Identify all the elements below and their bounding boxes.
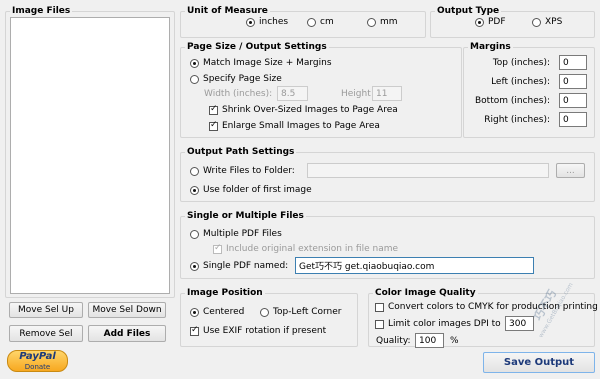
move-sel-down-button[interactable]: Move Sel Down	[88, 302, 166, 318]
quality-input[interactable]: 100	[415, 333, 444, 348]
output-path-title: Output Path Settings	[187, 147, 295, 157]
unit-inches-radio[interactable]: inches	[246, 17, 288, 27]
output-xps-radio[interactable]: XPS	[532, 17, 562, 27]
paypal-donate-label: Donate	[24, 363, 51, 371]
checkbox-box	[375, 319, 384, 329]
margin-top-label: Top (inches):	[492, 58, 550, 68]
single-multiple-title: Single or Multiple Files	[187, 211, 304, 221]
checkbox-box	[209, 104, 218, 115]
move-sel-up-button[interactable]: Move Sel Up	[9, 302, 83, 318]
save-output-button[interactable]: Save Output	[483, 352, 595, 373]
radio-dot	[367, 17, 376, 27]
radio-dot	[260, 307, 269, 317]
image-files-list[interactable]	[10, 17, 170, 294]
width-input[interactable]: 8.5	[277, 86, 308, 101]
specify-page-size-radio[interactable]: Specify Page Size	[190, 74, 282, 84]
margin-bottom-input[interactable]: 0	[559, 93, 587, 108]
limit-dpi-checkbox[interactable]: Limit color images DPI to	[375, 319, 501, 329]
radio-dot	[190, 229, 199, 239]
radio-dot	[190, 58, 199, 68]
radio-dot	[307, 17, 316, 27]
output-type-group: Output Type	[430, 6, 595, 38]
multiple-pdf-files-radio[interactable]: Multiple PDF Files	[190, 229, 282, 239]
margin-left-input[interactable]: 0	[559, 74, 587, 89]
use-folder-of-first-image-radio[interactable]: Use folder of first image	[190, 185, 312, 195]
checkbox-box	[190, 325, 199, 336]
unit-of-measure-title: Unit of Measure	[187, 6, 268, 16]
radio-dot	[190, 166, 199, 176]
height-input[interactable]: 11	[372, 86, 402, 101]
checkbox-box	[213, 243, 222, 254]
remove-sel-button[interactable]: Remove Sel	[9, 325, 83, 342]
single-pdf-name-input[interactable]: Get巧不巧 get.qiaobuqiao.com	[295, 257, 534, 274]
margin-left-label: Left (inches):	[491, 77, 550, 87]
margin-top-input[interactable]: 0	[559, 55, 587, 70]
image-position-title: Image Position	[187, 288, 263, 298]
single-pdf-named-radio[interactable]: Single PDF named:	[190, 261, 288, 271]
image-files-title: Image Files	[12, 6, 71, 16]
use-exif-rotation-checkbox[interactable]: Use EXIF rotation if present	[190, 325, 326, 336]
radio-dot	[475, 17, 484, 27]
include-extension-checkbox[interactable]: Include original extension in file name	[213, 243, 398, 254]
top-left-corner-radio[interactable]: Top-Left Corner	[260, 307, 342, 317]
margins-title: Margins	[470, 42, 511, 52]
output-folder-input[interactable]	[307, 163, 549, 178]
unit-mm-radio[interactable]: mm	[367, 17, 398, 27]
unit-cm-radio[interactable]: cm	[307, 17, 334, 27]
radio-dot	[190, 185, 199, 195]
add-files-button[interactable]: Add Files	[88, 325, 166, 342]
radio-dot	[532, 17, 541, 27]
radio-dot	[190, 261, 199, 271]
output-type-title: Output Type	[437, 6, 500, 16]
checkbox-box	[375, 302, 384, 312]
paypal-donate-button[interactable]: PayPal Donate	[7, 350, 68, 372]
match-image-size-radio[interactable]: Match Image Size + Margins	[190, 58, 332, 68]
paypal-logo: PayPal	[19, 351, 56, 362]
color-quality-title: Color Image Quality	[375, 288, 476, 298]
margin-right-label: Right (inches):	[484, 115, 550, 125]
margin-bottom-label: Bottom (inches):	[474, 96, 550, 106]
radio-dot	[246, 17, 255, 27]
quality-percent-label: %	[450, 336, 459, 346]
enlarge-small-checkbox[interactable]: Enlarge Small Images to Page Area	[209, 120, 380, 131]
width-label: Width (inches):	[204, 89, 273, 99]
browse-folder-button[interactable]: ...	[556, 163, 585, 178]
page-size-title: Page Size / Output Settings	[187, 42, 327, 52]
margin-right-input[interactable]: 0	[559, 112, 587, 127]
radio-dot	[190, 307, 199, 317]
write-files-to-folder-radio[interactable]: Write Files to Folder:	[190, 166, 295, 176]
quality-label: Quality:	[376, 336, 411, 346]
centered-radio[interactable]: Centered	[190, 307, 244, 317]
radio-dot	[190, 74, 199, 84]
height-label: Height	[341, 89, 371, 99]
checkbox-box	[209, 120, 218, 131]
output-pdf-radio[interactable]: PDF	[475, 17, 506, 27]
shrink-oversized-checkbox[interactable]: Shrink Over-Sized Images to Page Area	[209, 104, 398, 115]
image-position-group: Image Position	[180, 288, 358, 347]
